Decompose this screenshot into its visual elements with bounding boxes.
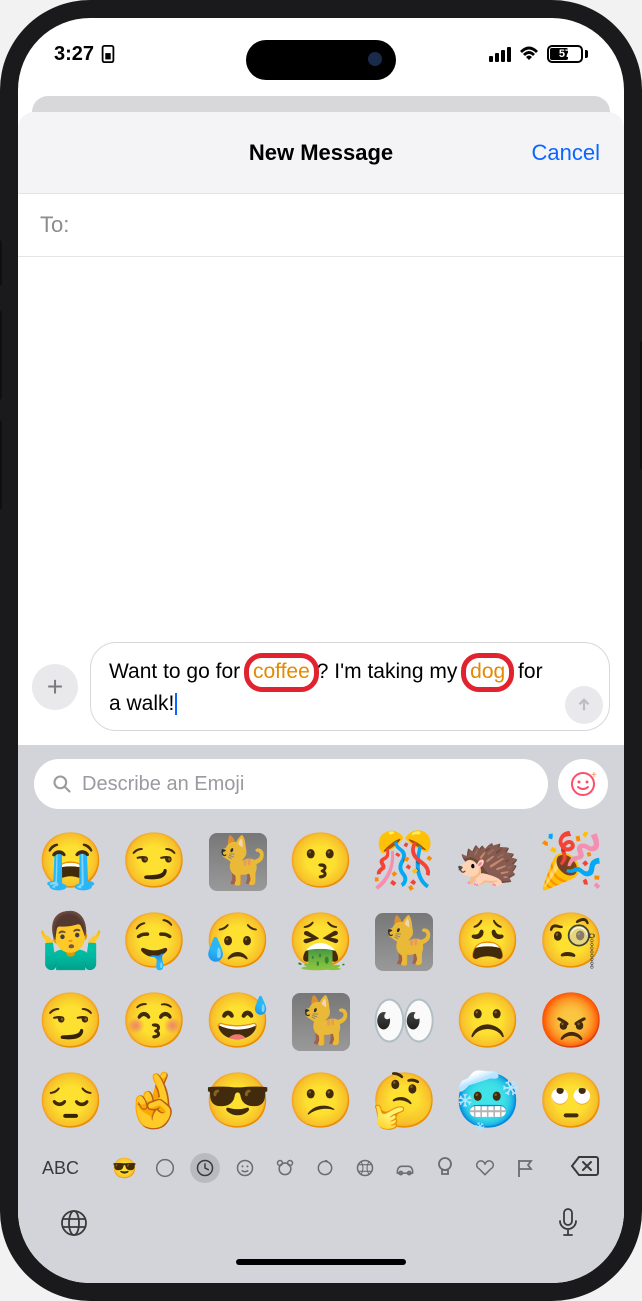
- to-label: To:: [40, 212, 69, 237]
- phone-frame: 3:27 57 New Message Cancel: [0, 0, 642, 1301]
- emoji-item[interactable]: 🥶: [449, 1067, 526, 1137]
- category-smileys-icon[interactable]: [230, 1153, 260, 1183]
- emoji-item[interactable]: 🤤: [115, 907, 192, 977]
- emoji-item[interactable]: 😗: [282, 827, 359, 897]
- screen: 3:27 57 New Message Cancel: [18, 18, 624, 1283]
- emoji-item[interactable]: 😥: [199, 907, 276, 977]
- emoji-suggestion-coffee[interactable]: coffee: [244, 653, 319, 691]
- emoji-item[interactable]: 😅: [199, 987, 276, 1057]
- emoji-item[interactable]: 😎: [199, 1067, 276, 1137]
- emoji-item[interactable]: 😏: [32, 987, 109, 1057]
- conversation-area: + Want to go for coffee? I'm taking my d…: [18, 257, 624, 745]
- battery-indicator: 57: [547, 45, 588, 63]
- dynamic-island: [246, 40, 396, 80]
- emoji-item[interactable]: 🎉: [533, 827, 610, 897]
- emoji-item[interactable]: 😚: [115, 987, 192, 1057]
- message-input[interactable]: Want to go for coffee? I'm taking my dog…: [90, 642, 610, 731]
- emoji-item[interactable]: 🤷‍♂️: [32, 907, 109, 977]
- battery-percent: 57: [559, 48, 571, 60]
- volume-up-button: [0, 310, 2, 400]
- category-stickers-icon[interactable]: 😎: [110, 1153, 140, 1183]
- category-symbols-icon[interactable]: [470, 1153, 500, 1183]
- emoji-item[interactable]: 😕: [282, 1067, 359, 1137]
- emoji-item[interactable]: 😭: [32, 827, 109, 897]
- emoji-keyboard: Describe an Emoji + 😭😏😗🎊🦔🎉🤷‍♂️🤤😥🤮😩🧐😏😚😅👀☹…: [18, 745, 624, 1283]
- category-flags-icon[interactable]: [510, 1153, 540, 1183]
- globe-keyboard-button[interactable]: [56, 1205, 92, 1241]
- sticker-item[interactable]: [282, 987, 359, 1057]
- text-cursor: [175, 693, 177, 715]
- emoji-category-bar: ABC 😎: [28, 1141, 614, 1187]
- status-time: 3:27: [54, 43, 94, 66]
- dictation-button[interactable]: [550, 1205, 586, 1241]
- emoji-item[interactable]: 😏: [115, 827, 192, 897]
- backspace-button[interactable]: [564, 1155, 606, 1182]
- category-objects-icon[interactable]: [430, 1153, 460, 1183]
- genmoji-button[interactable]: +: [558, 759, 608, 809]
- category-memoji-icon[interactable]: [150, 1153, 180, 1183]
- cellular-signal-icon: [489, 47, 511, 62]
- nav-title: New Message: [249, 140, 393, 166]
- abc-keyboard-button[interactable]: ABC: [36, 1158, 85, 1179]
- emoji-suggestion-dog[interactable]: dog: [461, 653, 514, 691]
- emoji-item[interactable]: 🧐: [533, 907, 610, 977]
- sticker-item[interactable]: [199, 827, 276, 897]
- category-animals-icon[interactable]: [270, 1153, 300, 1183]
- emoji-item[interactable]: 😔: [32, 1067, 109, 1137]
- emoji-search-input[interactable]: Describe an Emoji: [34, 759, 548, 809]
- category-activity-icon[interactable]: [350, 1153, 380, 1183]
- emoji-item[interactable]: 🤞: [115, 1067, 192, 1137]
- wifi-icon: [519, 46, 539, 62]
- emoji-grid: 😭😏😗🎊🦔🎉🤷‍♂️🤤😥🤮😩🧐😏😚😅👀☹️😡😔🤞😎😕🤔🥶🙄: [28, 823, 614, 1141]
- mute-switch: [0, 240, 2, 286]
- emoji-item[interactable]: 🎊: [366, 827, 443, 897]
- nav-header: New Message Cancel: [18, 112, 624, 194]
- emoji-item[interactable]: 🦔: [449, 827, 526, 897]
- home-indicator[interactable]: [236, 1259, 406, 1265]
- emoji-item[interactable]: 🤔: [366, 1067, 443, 1137]
- new-message-sheet: New Message Cancel To: + Want to go for …: [18, 112, 624, 1283]
- sim-icon: [100, 45, 116, 63]
- add-attachment-button[interactable]: +: [32, 664, 78, 710]
- sticker-item[interactable]: [366, 907, 443, 977]
- category-recent-icon[interactable]: [190, 1153, 220, 1183]
- category-food-icon[interactable]: [310, 1153, 340, 1183]
- send-button[interactable]: [565, 686, 603, 724]
- cancel-button[interactable]: Cancel: [532, 140, 600, 166]
- category-travel-icon[interactable]: [390, 1153, 420, 1183]
- svg-text:+: +: [591, 770, 597, 781]
- to-field[interactable]: To:: [18, 194, 624, 257]
- emoji-search-placeholder: Describe an Emoji: [82, 773, 244, 796]
- search-icon: [52, 774, 72, 794]
- emoji-item[interactable]: 😡: [533, 987, 610, 1057]
- volume-down-button: [0, 420, 2, 510]
- emoji-item[interactable]: 🙄: [533, 1067, 610, 1137]
- emoji-item[interactable]: 👀: [366, 987, 443, 1057]
- emoji-item[interactable]: 🤮: [282, 907, 359, 977]
- emoji-item[interactable]: 😩: [449, 907, 526, 977]
- emoji-item[interactable]: ☹️: [449, 987, 526, 1057]
